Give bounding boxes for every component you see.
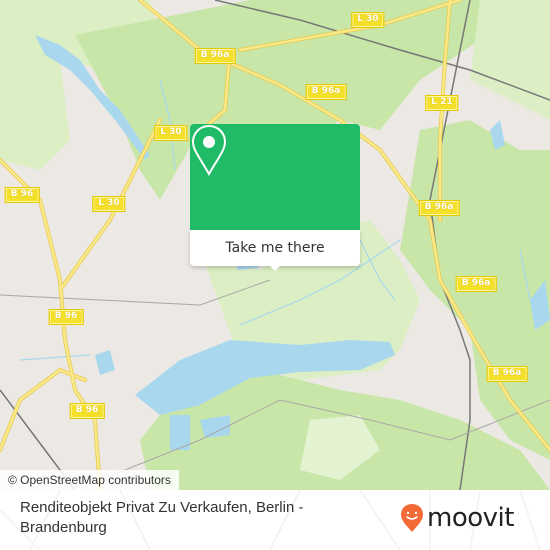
- road-label: B 96a: [418, 200, 460, 216]
- footer: Renditeobjekt Privat Zu Verkaufen, Berli…: [0, 490, 550, 550]
- moovit-wordmark: moovit: [427, 503, 514, 533]
- road-label: L 21: [425, 95, 459, 111]
- popup-pointer: [268, 264, 282, 271]
- road-label: L 30: [92, 196, 126, 212]
- road-label: B 96: [69, 403, 105, 419]
- map[interactable]: L 30 B 96a B 96a L 21 L 30 B 96 L 30 B 9…: [0, 0, 550, 490]
- road-label: B 96a: [194, 48, 236, 64]
- place-title: Renditeobjekt Privat Zu Verkaufen, Berli…: [20, 499, 304, 536]
- take-me-there-button[interactable]: Take me there: [190, 230, 360, 266]
- road-label: L 30: [154, 125, 188, 141]
- road-label: B 96a: [305, 84, 347, 100]
- road-label: B 96a: [455, 276, 497, 292]
- road-label: B 96: [4, 187, 40, 203]
- road-label: B 96a: [486, 366, 528, 382]
- road-label: B 96: [48, 309, 84, 325]
- popup-header: [190, 124, 360, 230]
- moovit-pin-icon: [401, 504, 423, 532]
- map-attribution[interactable]: © OpenStreetMap contributors: [0, 470, 179, 490]
- location-popup[interactable]: Take me there: [190, 124, 360, 271]
- road-label: L 30: [351, 12, 385, 28]
- moovit-logo[interactable]: moovit: [400, 498, 514, 538]
- map-pin-icon: [191, 124, 227, 176]
